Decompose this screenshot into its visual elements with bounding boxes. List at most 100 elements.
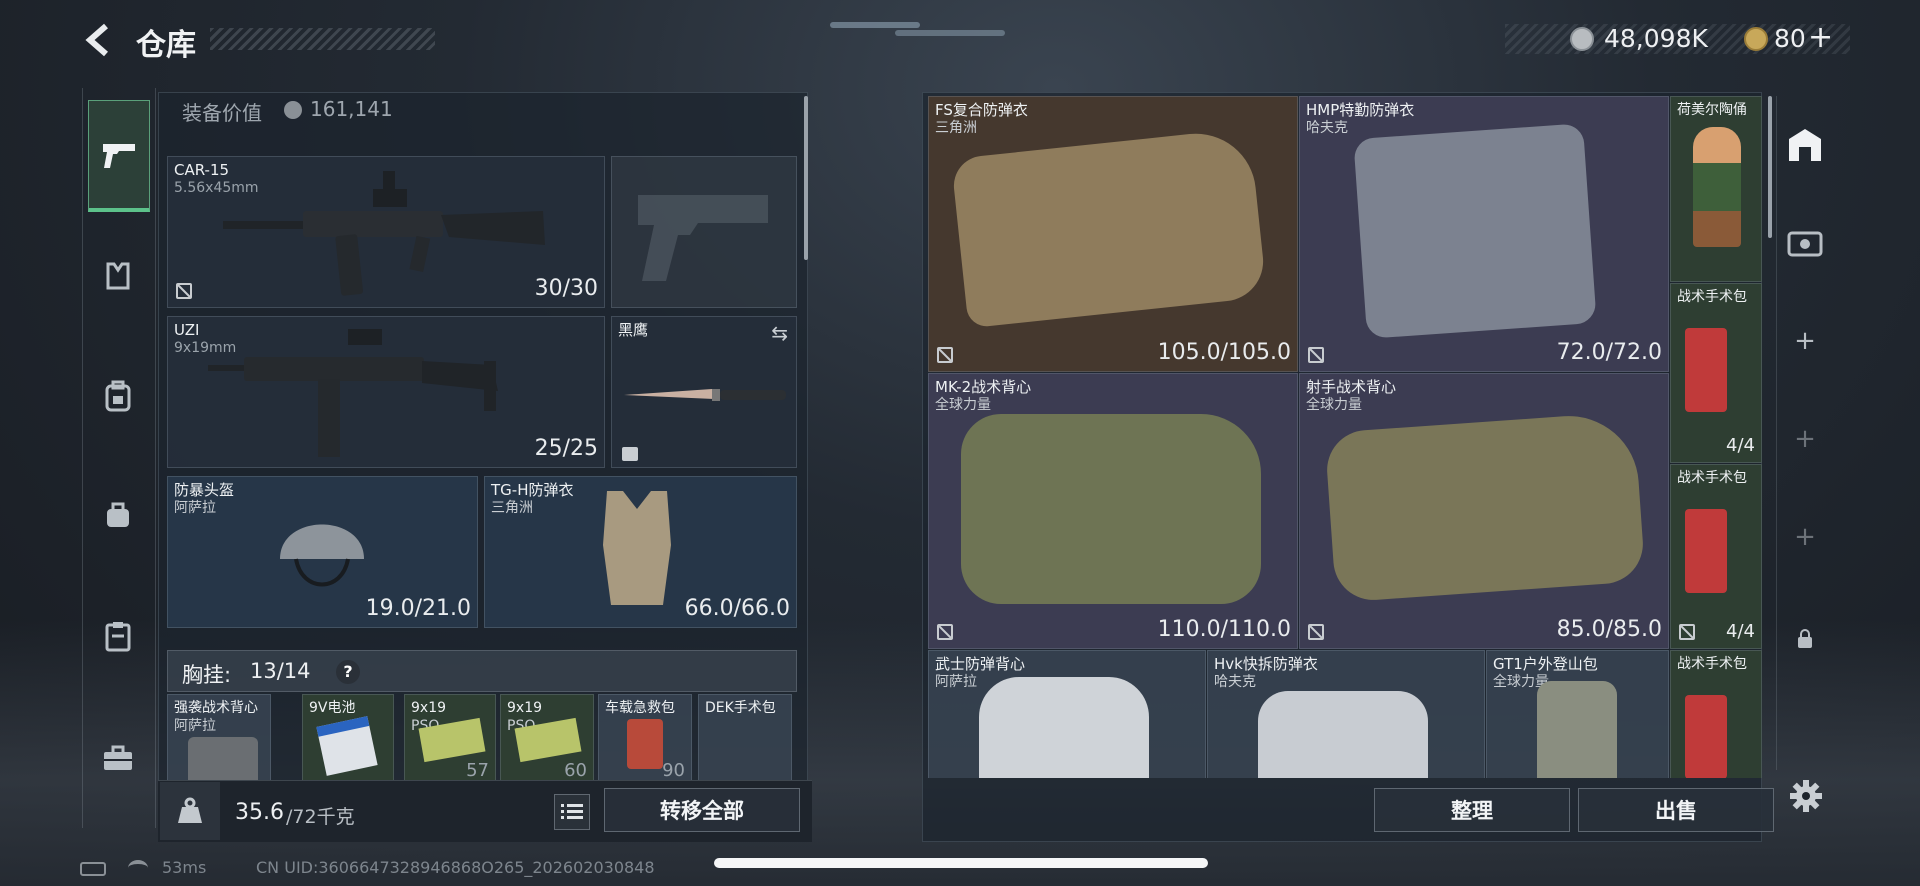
storage-scrollbar[interactable] bbox=[1768, 96, 1772, 238]
plus-icon: + bbox=[1794, 522, 1816, 552]
item-name: 车载急救包 bbox=[605, 700, 675, 716]
primary-weapon-slot[interactable]: CAR-15 5.56x45mm 30/30 bbox=[167, 156, 605, 308]
item-maker: 哈夫克 bbox=[1306, 120, 1348, 136]
item-maker: 全球力量 bbox=[1306, 397, 1362, 413]
item-durability: 105.0/105.0 bbox=[1157, 340, 1291, 365]
item-count: 4/4 bbox=[1726, 621, 1755, 642]
chest-rig-capacity: 13/14 bbox=[250, 659, 311, 683]
ceiling-light bbox=[830, 22, 920, 28]
home-indicator[interactable] bbox=[714, 858, 1208, 868]
battery-image bbox=[316, 716, 378, 776]
armor-slot[interactable]: TG-H防弹衣 三角洲 66.0/66.0 bbox=[484, 476, 797, 628]
item-count: 57 bbox=[466, 760, 489, 781]
item-name: GT1户外登山包 bbox=[1493, 655, 1598, 673]
lock-icon bbox=[1798, 629, 1812, 648]
armor-name: TG-H防弹衣 bbox=[491, 481, 574, 499]
item-name: FS复合防弹衣 bbox=[935, 101, 1028, 119]
sidebar-tab-bag[interactable] bbox=[88, 484, 148, 544]
sell-button[interactable]: 出售 bbox=[1578, 788, 1774, 832]
item-maker: 阿萨拉 bbox=[174, 718, 216, 734]
no-insure-icon bbox=[176, 283, 192, 299]
toolbox-icon bbox=[104, 745, 132, 770]
sidebar-tab-weapons[interactable] bbox=[88, 100, 150, 212]
sidebar-tab-vest[interactable] bbox=[88, 246, 148, 306]
transfer-all-button[interactable]: 转移全部 bbox=[604, 788, 800, 832]
equipment-value: 161,141 bbox=[310, 97, 393, 121]
item-name: 战术手术包 bbox=[1677, 289, 1747, 305]
loadout-scrollbar[interactable] bbox=[804, 96, 808, 260]
armor-image bbox=[1258, 691, 1428, 778]
storage-item-surgery-2[interactable]: 战术手术包 4/4 bbox=[1670, 464, 1762, 649]
armor-image bbox=[603, 491, 671, 605]
figurine-image bbox=[1693, 127, 1741, 247]
helmet-image bbox=[280, 524, 364, 587]
storage-item-hmp-armor[interactable]: HMP特勤防弹衣 哈夫克 72.0/72.0 bbox=[1299, 96, 1669, 372]
item-maker: 全球力量 bbox=[935, 397, 991, 413]
rig-item-ammo-1[interactable]: 9x19 PSO 57 bbox=[404, 694, 496, 784]
clipboard-icon bbox=[105, 622, 131, 652]
item-name: 9V电池 bbox=[309, 700, 356, 716]
storage-grid: FS复合防弹衣 三角洲 105.0/105.0 HMP特勤防弹衣 哈夫克 72.… bbox=[928, 96, 1762, 778]
weight-max: /72千克 bbox=[286, 806, 355, 828]
rig-vest-slot[interactable]: 强袭战术背心 阿萨拉 bbox=[167, 694, 271, 784]
rig-item-surgery-kit[interactable]: DEK手术包 bbox=[698, 694, 792, 784]
armor-image bbox=[950, 127, 1268, 329]
storage-item-samurai-vest[interactable]: 武士防弹背心 阿萨拉 bbox=[928, 650, 1206, 778]
knife-image bbox=[624, 389, 786, 401]
helmet-slot[interactable]: 防暴头盔 阿萨拉 19.0/21.0 bbox=[167, 476, 478, 628]
item-count: 90 bbox=[662, 760, 685, 781]
coin-plus-button[interactable]: + bbox=[1808, 20, 1833, 55]
sidearm-slot[interactable] bbox=[611, 156, 797, 308]
sidebar-tab-case[interactable] bbox=[88, 606, 148, 666]
storage-item-surgery-1[interactable]: 战术手术包 4/4 bbox=[1670, 283, 1762, 463]
currency-coin-icon bbox=[1570, 27, 1594, 51]
no-insure-icon bbox=[1308, 347, 1324, 363]
list-view-button[interactable] bbox=[554, 794, 590, 830]
helmet-name: 防暴头盔 bbox=[174, 481, 235, 499]
backpack-image bbox=[1537, 681, 1617, 778]
storage-item-shooter-vest[interactable]: 射手战术背心 全球力量 85.0/85.0 bbox=[1299, 373, 1669, 649]
add-storage-button[interactable]: + bbox=[1780, 316, 1830, 366]
chest-rig-header: 胸挂: 13/14 ? bbox=[167, 650, 797, 692]
item-count: 60 bbox=[564, 760, 587, 781]
help-icon[interactable]: ? bbox=[336, 660, 360, 684]
no-insure-icon bbox=[1308, 624, 1324, 640]
item-name: 战术手术包 bbox=[1677, 656, 1747, 672]
sidebar-tab-toolbox[interactable] bbox=[88, 728, 148, 788]
vest-icon bbox=[106, 262, 130, 290]
bag-icon bbox=[107, 502, 129, 527]
sort-button[interactable]: 整理 bbox=[1374, 788, 1570, 832]
melee-slot[interactable]: 黑鹰 ⇆ bbox=[611, 316, 797, 468]
sidebar-tab-backpack[interactable] bbox=[88, 366, 148, 426]
storage-item-surgery-3[interactable]: 战术手术包 bbox=[1670, 650, 1762, 778]
settings-button[interactable] bbox=[1786, 776, 1826, 816]
locked-storage-tab bbox=[1780, 614, 1830, 664]
storage-item-gt1-backpack[interactable]: GT1户外登山包 全球力量 bbox=[1486, 650, 1669, 778]
surgery-kit-image bbox=[1685, 695, 1727, 778]
secondary-weapon-slot[interactable]: UZI 9x19mm 25/25 bbox=[167, 316, 605, 468]
wifi-icon bbox=[128, 860, 148, 876]
item-name: 射手战术背心 bbox=[1306, 378, 1397, 396]
storage-item-mk2-vest[interactable]: MK-2战术背心 全球力量 110.0/110.0 bbox=[928, 373, 1298, 649]
weight-icon bbox=[178, 797, 202, 823]
ping-value: 53ms bbox=[162, 858, 207, 877]
back-button[interactable] bbox=[80, 20, 120, 60]
rig-item-battery[interactable]: 9V电池 bbox=[302, 694, 394, 784]
storage-tab-main[interactable] bbox=[1780, 120, 1830, 170]
gold-coin-icon bbox=[1744, 27, 1768, 51]
surgery-kit-image bbox=[1685, 328, 1727, 412]
storage-item-hvk-armor[interactable]: Hvk快拆防弹衣 哈夫克 bbox=[1207, 650, 1485, 778]
rig-item-first-aid[interactable]: 车载急救包 90 bbox=[598, 694, 692, 784]
armor-maker: 三角洲 bbox=[491, 500, 533, 516]
vest-image bbox=[961, 414, 1261, 604]
weight-icon-box bbox=[160, 782, 220, 840]
storage-item-fs-armor[interactable]: FS复合防弹衣 三角洲 105.0/105.0 bbox=[928, 96, 1298, 372]
item-name: DEK手术包 bbox=[705, 700, 776, 716]
smg-image bbox=[208, 329, 498, 457]
swap-icon[interactable]: ⇆ bbox=[771, 321, 788, 345]
item-durability: 85.0/85.0 bbox=[1556, 617, 1662, 642]
rig-item-ammo-2[interactable]: 9x19 PSO 60 bbox=[500, 694, 594, 784]
storage-item-figurine[interactable]: 荷美尔陶俑 bbox=[1670, 96, 1762, 282]
storage-tab-secondary[interactable] bbox=[1780, 218, 1830, 268]
item-durability: 110.0/110.0 bbox=[1157, 617, 1291, 642]
